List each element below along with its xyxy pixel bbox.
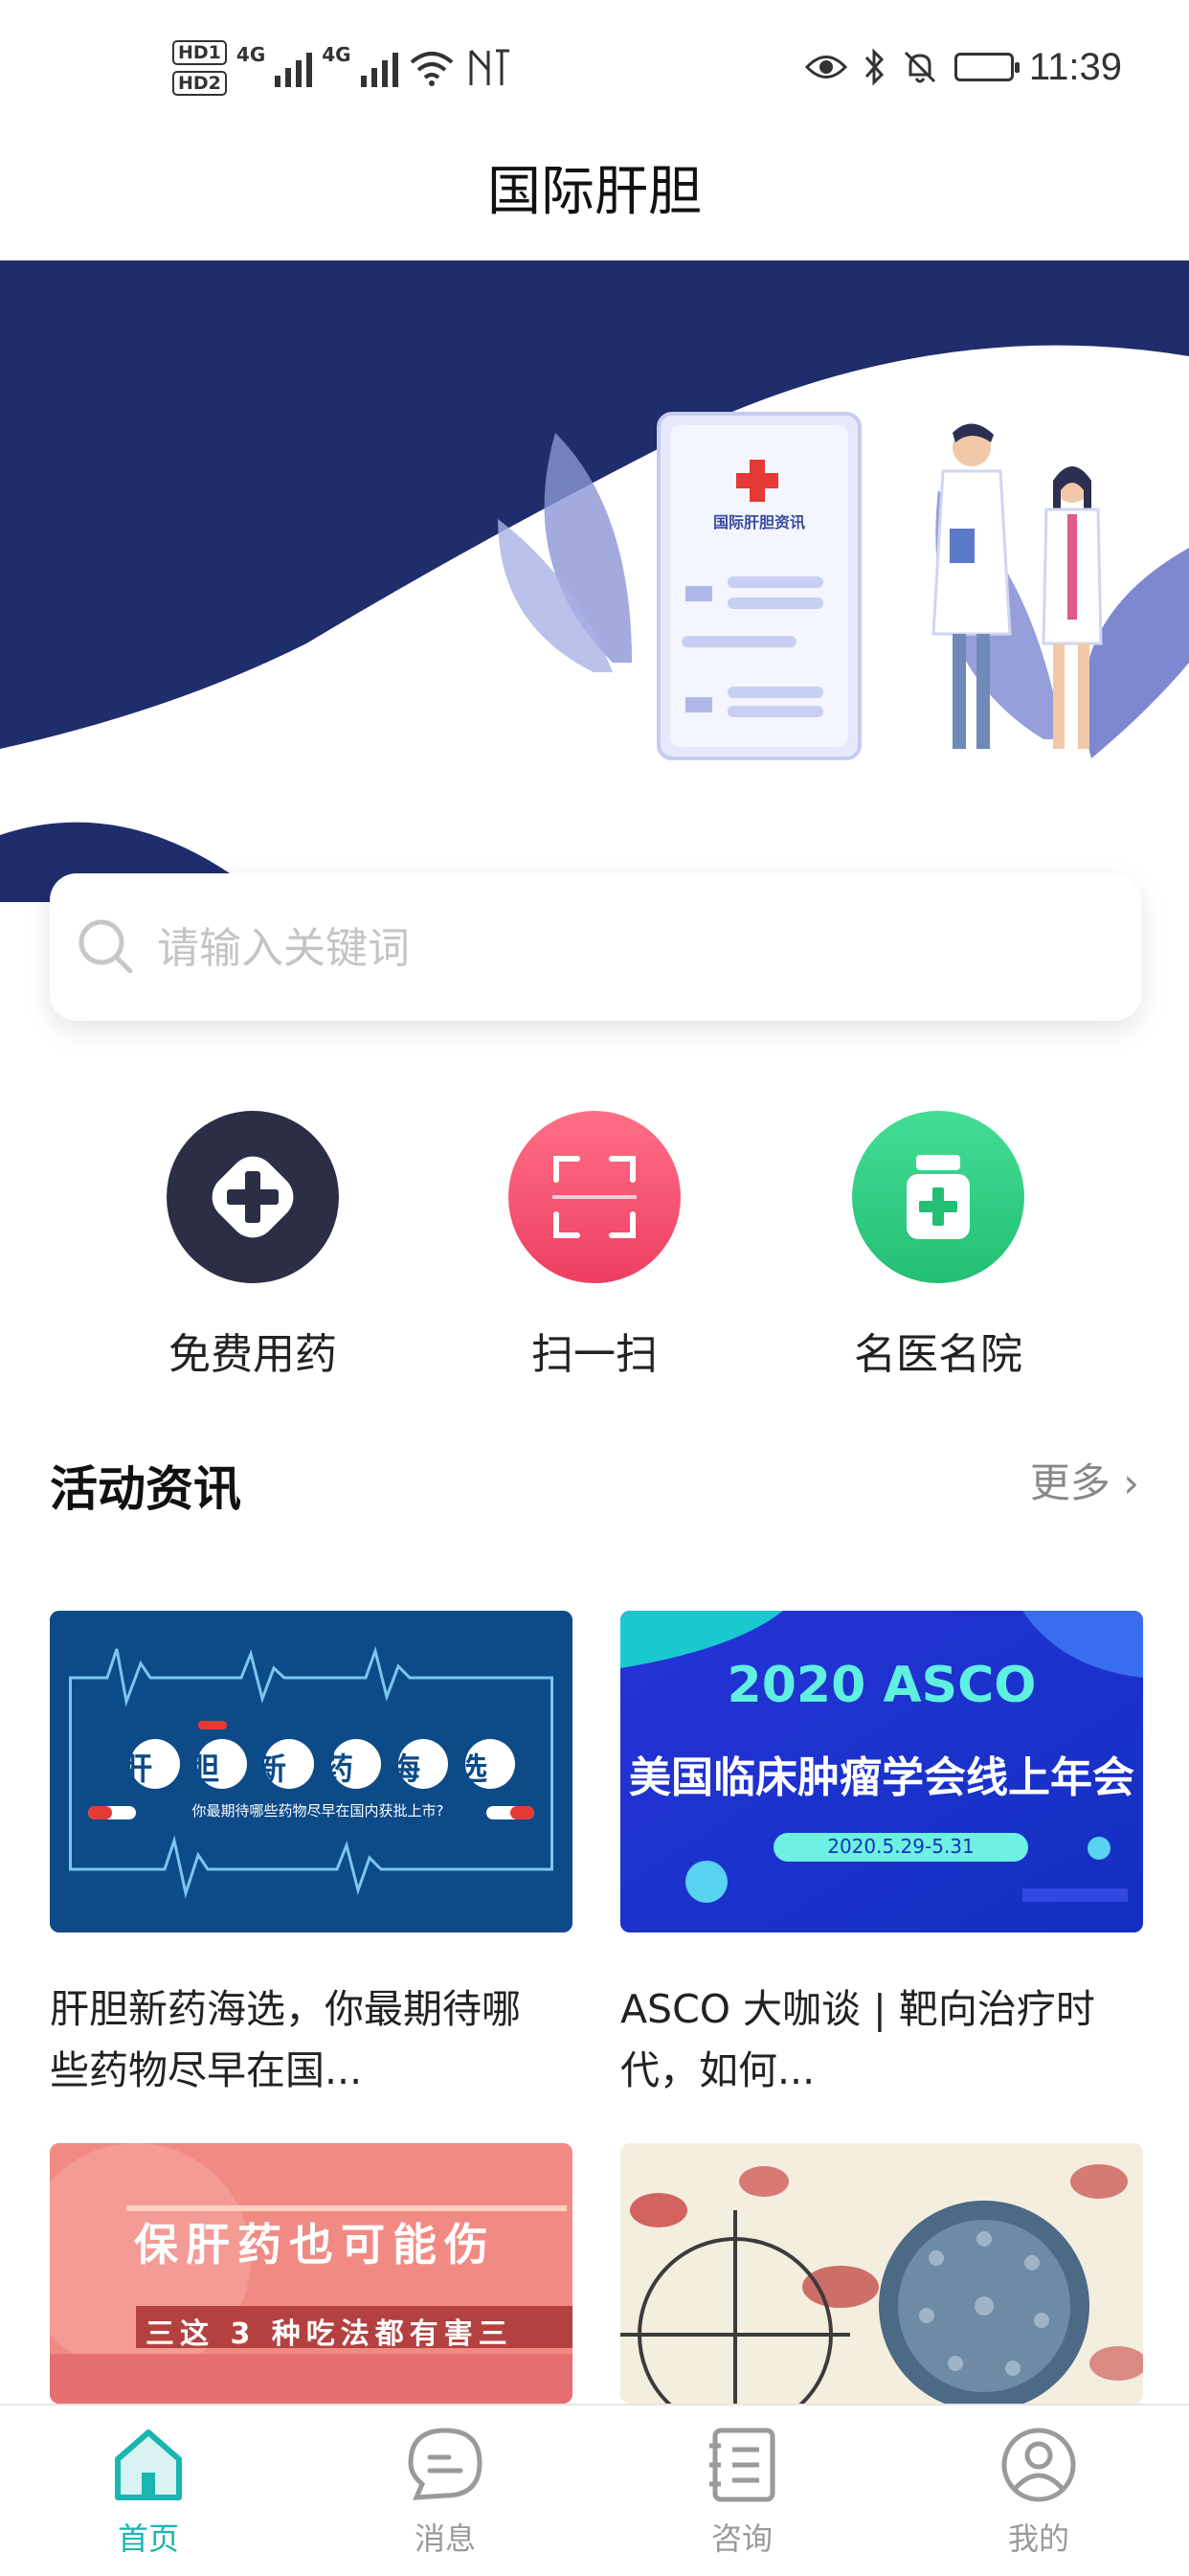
- banner-card-title: 国际肝胆资讯: [713, 513, 805, 531]
- article-image-date: 2020.5.29-5.31: [827, 1835, 975, 1858]
- article-title-line: 些药物尽早在国...: [50, 2047, 363, 2093]
- article-title: 肝胆新药海选，你最期待哪 些药物尽早在国...: [50, 1978, 586, 2101]
- tab-label: 咨询: [710, 2520, 773, 2557]
- hd2-label: HD2: [172, 71, 227, 96]
- status-right: 11:39: [804, 38, 1122, 96]
- article-image: 保肝药也可能伤 三这 3 种吃法都有害三: [50, 2143, 572, 2404]
- article-image-subtitle: 三这 3 种吃法都有害三: [146, 2317, 513, 2351]
- quick-action-famous-doctors[interactable]: 名医名院: [795, 1111, 1082, 1381]
- article-image: [620, 2143, 1143, 2404]
- search-input[interactable]: [155, 906, 1116, 990]
- message-icon: [408, 2428, 482, 2500]
- article-image-title: 保肝药也可能伤: [134, 2219, 496, 2271]
- article-image: 2020 ASCO 美国临床肿瘤学会线上年会 2020.5.29-5.31: [620, 1611, 1143, 1932]
- more-label: 更多: [1029, 1459, 1110, 1506]
- tab-consult[interactable]: 咨询: [646, 2425, 838, 2559]
- tab-label: 首页: [117, 2520, 179, 2557]
- carousel-dot-3[interactable]: [132, 794, 144, 805]
- battery-icon: [953, 53, 1020, 81]
- quick-action-free-medicine[interactable]: 免费用药: [109, 1111, 396, 1381]
- banner-carousel[interactable]: 国际肝胆资讯: [0, 260, 1189, 902]
- status-time: 11:39: [1028, 45, 1122, 88]
- quick-action-label: 免费用药: [168, 1330, 337, 1379]
- article-title-line: ASCO 大咖谈 | 靶向治疗时: [620, 1986, 1095, 2032]
- carousel-dot-1[interactable]: [77, 791, 94, 808]
- article-title-line: 代，如何...: [620, 2047, 816, 2093]
- wifi-icon: [410, 52, 453, 86]
- tab-label: 我的: [1007, 2520, 1069, 2557]
- carousel-dots: [77, 791, 144, 808]
- virus-icon: [620, 2143, 1143, 2404]
- signal-1-icon: [275, 49, 313, 87]
- article-image-title: 2020 ASCO: [727, 1657, 1037, 1714]
- status-left: HD1 HD2 4G 4G: [172, 34, 513, 102]
- quick-action-label: 名医名院: [854, 1330, 1022, 1379]
- page-title: 国际肝胆: [487, 161, 702, 223]
- bell-off-icon: [904, 51, 935, 83]
- tab-messages[interactable]: 消息: [349, 2425, 541, 2559]
- more-link[interactable]: 更多 ›: [1030, 1451, 1139, 1509]
- article-image-title: 肝胆新药海选: [122, 1751, 525, 1787]
- hd-indicator: HD1 HD2: [172, 40, 227, 96]
- carousel-dot-2[interactable]: [107, 794, 119, 805]
- tab-label: 消息: [414, 2520, 476, 2557]
- network-type-1: 4G: [236, 43, 266, 66]
- article-title: ASCO 大咖谈 | 靶向治疗时 代，如何...: [620, 1978, 1156, 2101]
- eye-icon: [804, 56, 847, 79]
- section-title: 活动资讯: [50, 1461, 241, 1517]
- plus-diamond-icon: [167, 1111, 339, 1283]
- search-icon: [79, 919, 133, 974]
- medicine-bottle-icon: [852, 1111, 1024, 1283]
- tab-home[interactable]: 首页: [53, 2425, 244, 2559]
- hd1-label: HD1: [172, 40, 227, 65]
- consult-icon: [709, 2428, 775, 2502]
- bluetooth-icon: [864, 48, 884, 86]
- bottom-tab-bar: 首页 消息 咨询 我的: [0, 2404, 1189, 2576]
- network-type-2: 4G: [322, 43, 351, 66]
- quick-action-scan[interactable]: 扫一扫: [451, 1111, 738, 1381]
- signal-2-icon: [360, 49, 398, 87]
- tab-profile[interactable]: 我的: [943, 2425, 1134, 2559]
- nfc-icon: [469, 49, 509, 85]
- chevron-right-icon: ›: [1123, 1459, 1139, 1506]
- article-title-line: 肝胆新药海选，你最期待哪: [50, 1986, 521, 2032]
- scan-icon: [508, 1111, 681, 1283]
- article-image-subtitle: 美国临床肿瘤学会线上年会: [629, 1753, 1134, 1802]
- banner-illustration: 国际肝胆资讯: [0, 260, 1189, 902]
- article-image: 肝胆新药海选 你最期待哪些药物尽早在国内获批上市?: [50, 1611, 572, 1932]
- status-bar: HD1 HD2 4G 4G 11:39: [0, 0, 1189, 134]
- search-bar[interactable]: [50, 873, 1141, 1021]
- profile-icon: [1001, 2428, 1076, 2502]
- article-image-subtitle: 你最期待哪些药物尽早在国内获批上市?: [191, 1802, 444, 1819]
- home-icon: [115, 2429, 182, 2500]
- quick-action-label: 扫一扫: [531, 1330, 658, 1379]
